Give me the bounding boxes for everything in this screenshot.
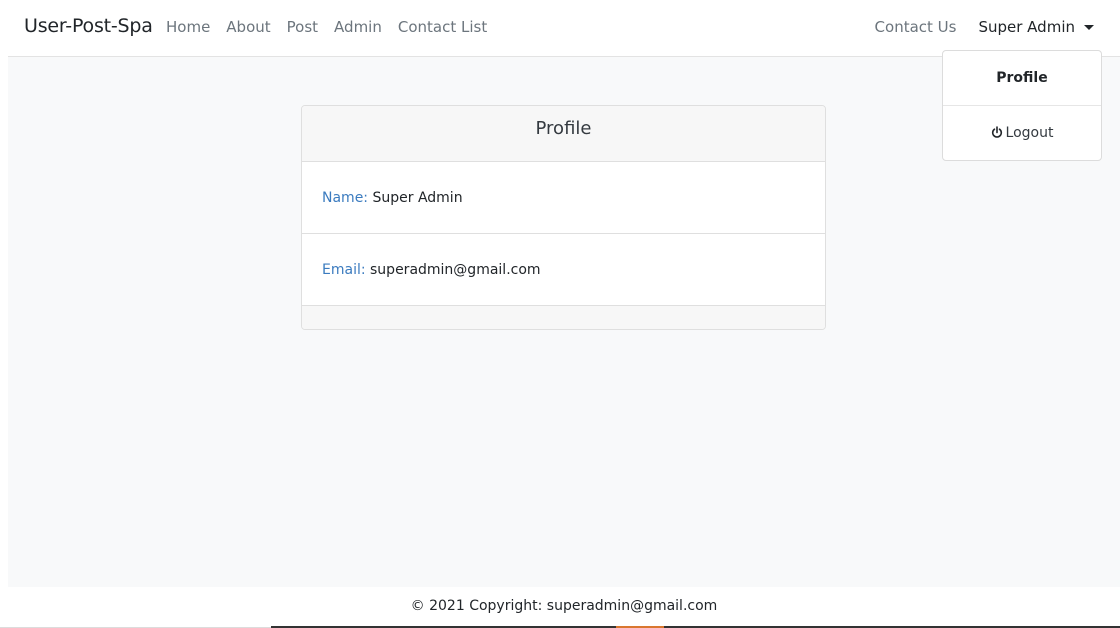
copyright-text: © 2021 Copyright: superadmin@gmail.com bbox=[410, 598, 718, 614]
nav-contact-us[interactable]: Contact Us bbox=[875, 18, 957, 36]
logout-label: Logout bbox=[1005, 125, 1054, 141]
nav-contact-list[interactable]: Contact List bbox=[398, 18, 487, 36]
email-label: Email: bbox=[322, 262, 366, 278]
dropdown-profile[interactable]: Profile bbox=[943, 51, 1101, 106]
brand-link[interactable]: User-Post-Spa bbox=[24, 15, 153, 37]
profile-card-footer bbox=[302, 306, 825, 329]
nav-home[interactable]: Home bbox=[166, 18, 210, 36]
user-menu-toggle[interactable]: Super Admin bbox=[978, 18, 1094, 36]
profile-card-title: Profile bbox=[302, 106, 825, 162]
caret-down-icon bbox=[1084, 24, 1094, 30]
profile-email-row: Email: superadmin@gmail.com bbox=[302, 234, 825, 306]
profile-name-row: Name: Super Admin bbox=[302, 162, 825, 234]
nav-admin[interactable]: Admin bbox=[334, 18, 382, 36]
name-label: Name: bbox=[322, 190, 369, 206]
user-dropdown-menu: Profile Logout bbox=[942, 50, 1102, 161]
nav-right: Contact Us Super Admin bbox=[875, 18, 1094, 36]
power-icon bbox=[991, 108, 1003, 163]
email-value: superadmin@gmail.com bbox=[370, 262, 541, 278]
nav-post[interactable]: Post bbox=[287, 18, 318, 36]
user-name: Super Admin bbox=[978, 18, 1075, 36]
dropdown-logout[interactable]: Logout bbox=[943, 106, 1101, 161]
page-footer: © 2021 Copyright: superadmin@gmail.com bbox=[8, 587, 1120, 627]
name-value: Super Admin bbox=[372, 190, 463, 206]
nav-about[interactable]: About bbox=[226, 18, 270, 36]
profile-card: Profile Name: Super Admin Email: superad… bbox=[301, 105, 826, 330]
nav-links: Home About Post Admin Contact List bbox=[166, 18, 503, 36]
top-navbar: User-Post-Spa Home About Post Admin Cont… bbox=[8, 0, 1120, 57]
